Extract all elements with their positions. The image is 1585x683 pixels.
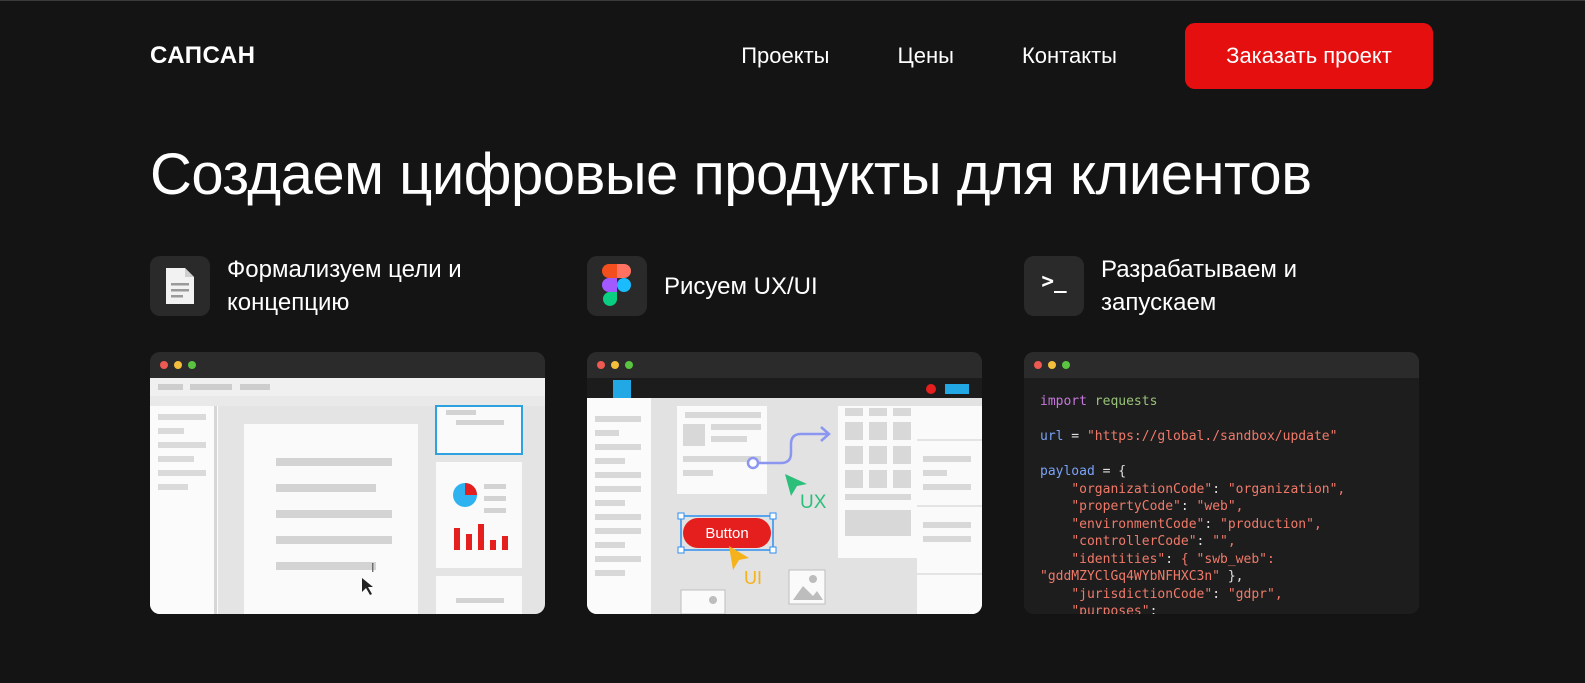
nav-link-projects[interactable]: Проекты [741,43,829,69]
figma-icon [587,256,647,316]
card-title: Формализуем цели и концепцию [227,256,462,316]
ui-label: UI [744,568,762,588]
code-snippet: import requests url = "https://global./s… [1024,378,1419,614]
nav-link-contacts[interactable]: Контакты [1022,43,1117,69]
hero-title: Создаем цифровые продукты для клиентов [150,142,1312,207]
nav-link-prices[interactable]: Цены [897,43,953,69]
svg-text:I: I [371,561,375,575]
card-title: Разрабатываем и запускаем [1101,256,1297,316]
code-editor-illustration: import requests url = "https://global./s… [1024,352,1419,614]
button-label: Button [705,525,748,542]
ux-label: UX [800,492,827,513]
main-nav: Проекты Цены Контакты Заказать проект [741,23,1433,89]
feature-card-concept: Формализуем цели и концепцию I [150,254,545,614]
order-project-button[interactable]: Заказать проект [1185,23,1433,89]
feature-card-design: Рисуем UX/UI UX Button UI [587,254,982,614]
logo[interactable]: САПСАН [150,42,255,70]
feature-card-develop: >_ Разрабатываем и запускаем import requ… [1024,254,1419,614]
document-icon [150,256,210,316]
ux-ui-illustration: UX Button UI [587,352,982,614]
terminal-icon: >_ [1024,256,1084,316]
header: САПСАН Проекты Цены Контакты Заказать пр… [150,23,1433,89]
doc-editor-illustration: I [150,352,545,614]
card-title: Рисуем UX/UI [664,272,818,300]
